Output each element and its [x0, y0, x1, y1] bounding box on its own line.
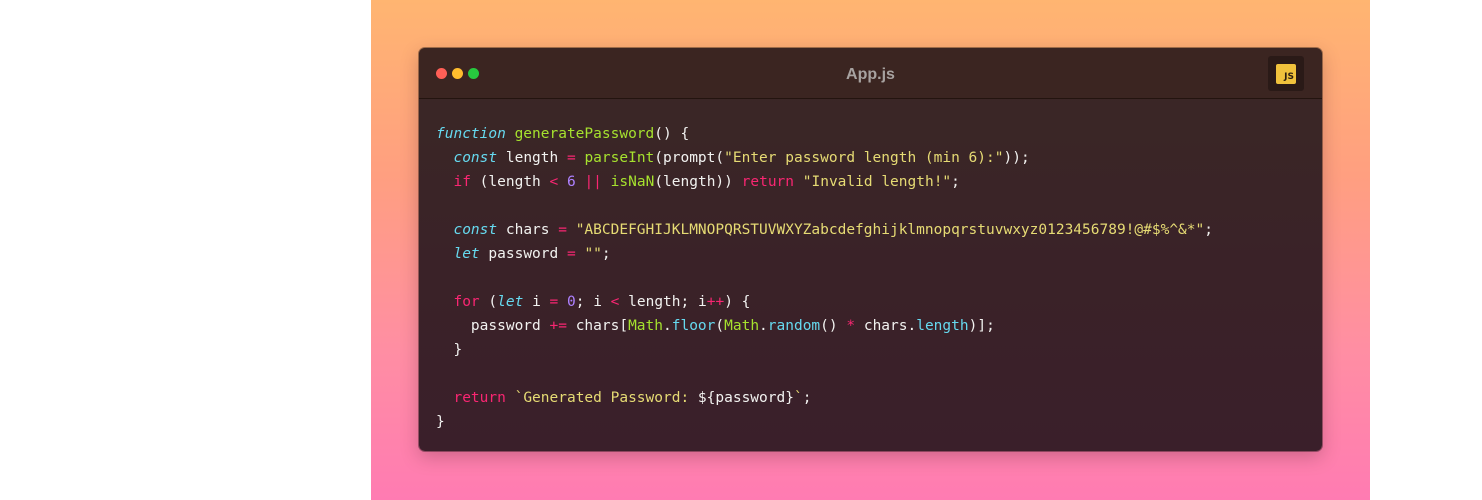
code-line: return `Generated Password: ${password}`… — [436, 386, 1213, 410]
code-token: let — [453, 246, 480, 262]
code-token: floor — [671, 318, 716, 334]
code-token: || — [584, 174, 602, 190]
code-token: chars. — [855, 318, 917, 334]
code-token: (prompt( — [654, 150, 725, 166]
code-token: = — [558, 222, 567, 238]
code-token: = — [549, 294, 559, 310]
code-token: length — [497, 150, 567, 166]
code-token: generatePassword — [514, 126, 655, 142]
code-token: return — [453, 390, 506, 406]
code-token: i — [523, 294, 550, 310]
code-line: function generatePassword() { — [436, 122, 1213, 146]
code-token: function — [436, 126, 506, 142]
code-line: let password = ""; — [436, 242, 1213, 266]
code-token: . — [663, 318, 672, 334]
code-window: App.js JS function generatePassword() { … — [419, 48, 1322, 451]
code-token: for — [453, 294, 480, 310]
code-token: "" — [584, 246, 602, 262]
code-token: password — [479, 246, 567, 262]
code-line: } — [436, 338, 1213, 362]
code-token: "Invalid length!" — [802, 174, 952, 190]
code-token: let — [497, 294, 524, 310]
code-token: ; — [951, 174, 960, 190]
code-block: function generatePassword() { const leng… — [436, 122, 1213, 434]
code-token: return — [741, 174, 795, 190]
language-icon-tile: JS — [1268, 56, 1304, 91]
code-token: 0 — [567, 294, 576, 310]
file-name: App.js — [846, 66, 895, 83]
code-token: ) { — [724, 294, 751, 310]
code-line: password += chars[Math.floor(Math.random… — [436, 314, 1213, 338]
code-token: } — [436, 414, 445, 430]
code-token: (length — [470, 174, 550, 190]
code-token: (length)) — [654, 174, 742, 190]
code-token: += — [549, 318, 567, 334]
code-token: ( — [715, 318, 725, 334]
code-line: for (let i = 0; i < length; i++) { — [436, 290, 1213, 314]
code-token: ; i — [575, 294, 611, 310]
code-token: Math — [628, 318, 663, 334]
code-token: ; — [802, 390, 812, 406]
code-token: ; — [601, 246, 611, 262]
code-token: if — [453, 174, 471, 190]
code-token: Math — [724, 318, 760, 334]
code-token: )]; — [968, 318, 995, 334]
code-line: const length = parseInt(prompt("Enter pa… — [436, 146, 1213, 170]
code-token: chars[ — [566, 318, 629, 334]
code-token: random — [767, 318, 821, 334]
code-token: const — [453, 150, 498, 166]
code-token: () — [820, 318, 847, 334]
code-token: } — [436, 342, 463, 358]
code-token: "ABCDEFGHIJKLMNOPQRSTUVWXYZabcdefghijklm… — [575, 222, 1205, 238]
code-line: } — [436, 410, 1213, 434]
code-token: ` — [793, 390, 803, 406]
code-token: 6 — [566, 174, 576, 190]
code-token: () { — [654, 126, 690, 142]
code-token: ${password} — [697, 390, 794, 406]
code-token: < — [549, 174, 559, 190]
code-token: isNaN — [610, 174, 655, 190]
code-token: "Enter password length (min 6):" — [724, 150, 1004, 166]
code-token: ++ — [706, 294, 725, 310]
code-token: * — [846, 318, 856, 334]
code-token: const — [453, 222, 498, 238]
code-line: if (length < 6 || isNaN(length)) return … — [436, 170, 1213, 194]
code-token: = — [566, 150, 576, 166]
code-token: )); — [1003, 150, 1030, 166]
javascript-icon: JS — [1276, 64, 1296, 84]
code-token: length; i — [619, 294, 707, 310]
code-token: ( — [479, 294, 498, 310]
code-token: length — [916, 318, 969, 334]
code-token: `Generated Password: — [514, 390, 698, 406]
code-token: . — [759, 318, 768, 334]
code-token: ; — [1204, 222, 1213, 238]
code-token: chars — [497, 222, 559, 238]
code-token: parseInt — [584, 150, 655, 166]
code-token: password — [436, 318, 550, 334]
code-line: const chars = "ABCDEFGHIJKLMNOPQRSTUVWXY… — [436, 218, 1213, 242]
window-titlebar: App.js JS — [419, 48, 1322, 99]
code-token: = — [566, 246, 576, 262]
